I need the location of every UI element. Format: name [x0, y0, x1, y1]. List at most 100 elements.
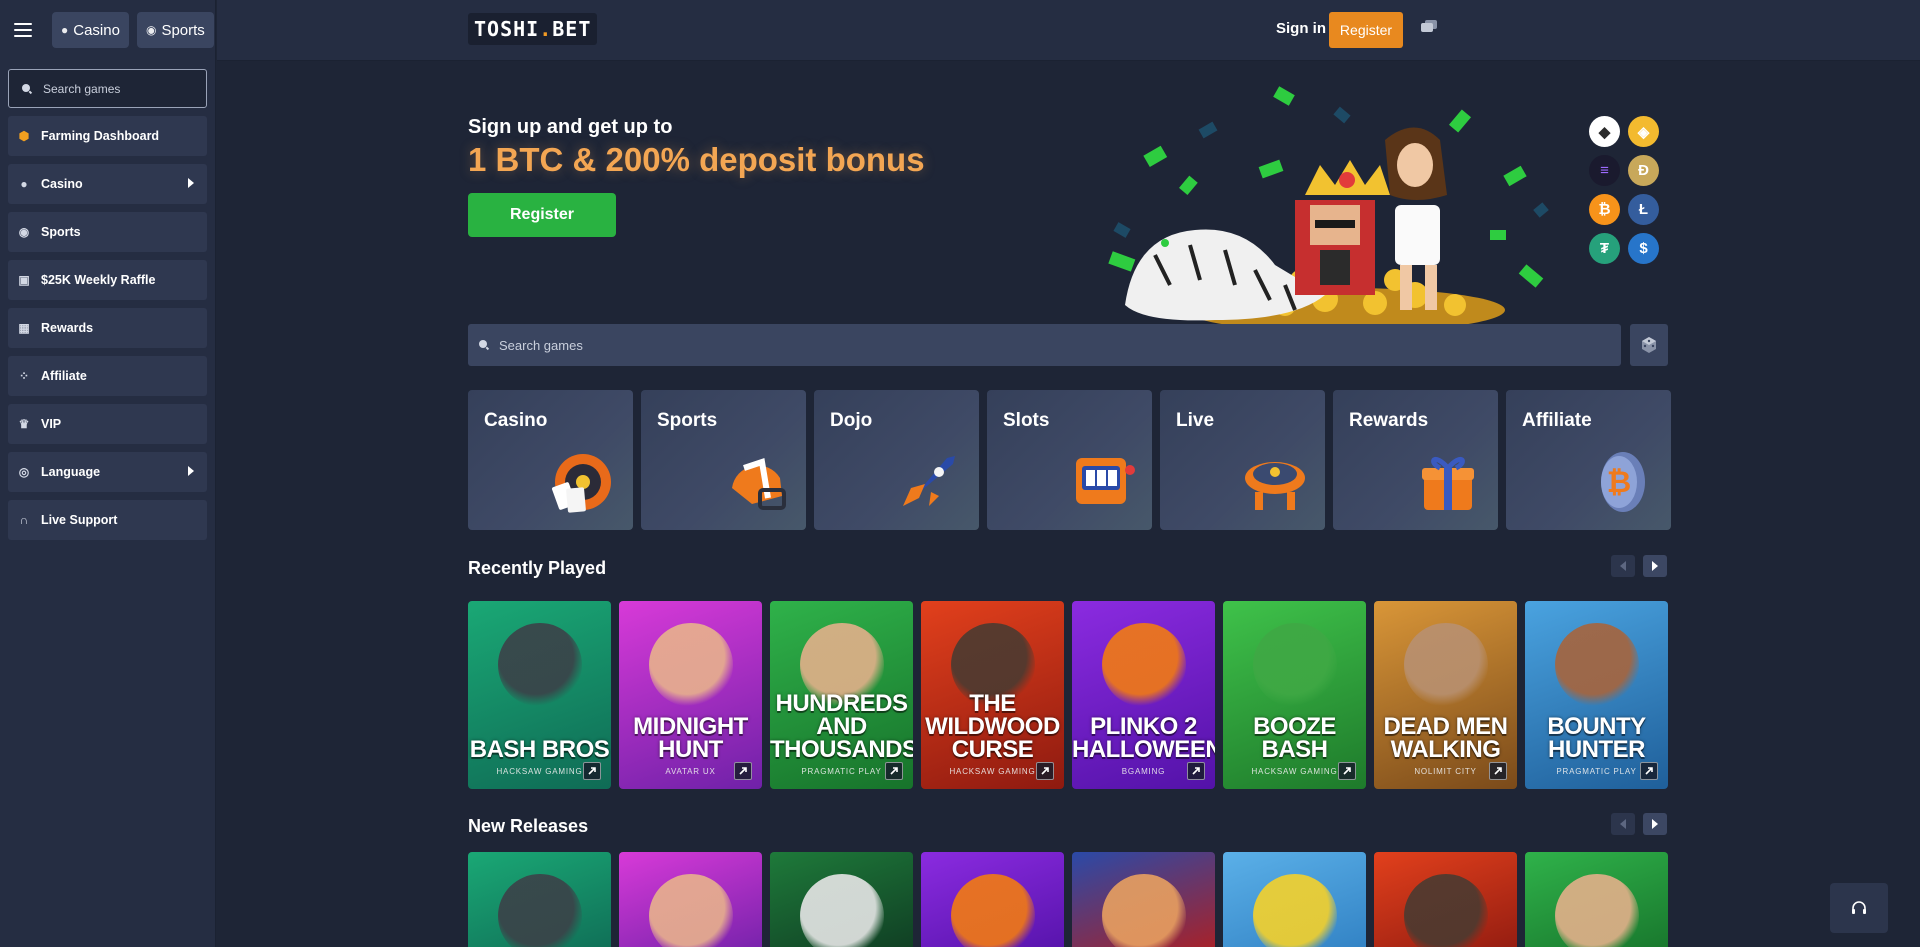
headset-icon: ∩	[19, 513, 29, 527]
open-game-icon[interactable]	[1036, 762, 1054, 780]
sidebar-item-sports[interactable]: ◉ Sports	[8, 212, 207, 252]
recently-played-title: Recently Played	[468, 558, 607, 578]
game-title: BOOZE BASH	[1253, 713, 1336, 763]
open-game-icon[interactable]	[583, 762, 601, 780]
sidebar-item-label: Farming Dashboard	[41, 129, 160, 143]
recently-played-prev-button[interactable]	[1611, 555, 1635, 577]
category-card-sports[interactable]: Sports	[641, 390, 806, 530]
game-title: HUNDREDS AND THOUSANDS	[770, 690, 913, 763]
casino-icon: ●	[20, 177, 28, 191]
game-art	[1403, 874, 1488, 947]
casino-icon: ●	[61, 23, 69, 37]
chat-icon[interactable]	[1421, 20, 1437, 34]
dogecoin-coin-icon: Ð	[1628, 155, 1659, 186]
open-game-icon[interactable]	[1338, 762, 1356, 780]
game-art	[1252, 623, 1337, 707]
sidebar-item-label: Rewards	[41, 321, 94, 335]
game-tile[interactable]: BOUNTY HUNTER PRAGMATIC PLAY	[1525, 601, 1668, 789]
sidebar-item-live-support[interactable]: ∩ Live Support	[8, 500, 207, 540]
game-tile[interactable]	[1525, 852, 1668, 947]
game-tile[interactable]: BASH BROS HACKSAW GAMING	[468, 601, 611, 789]
gift-icon: ▦	[18, 321, 30, 335]
recently-played-next-button[interactable]	[1643, 555, 1667, 577]
category-label: Rewards	[1349, 410, 1429, 431]
category-label: Casino	[484, 410, 548, 431]
sidebar-item-language[interactable]: ◎ Language	[8, 452, 207, 492]
game-tile[interactable]	[468, 852, 611, 947]
category-card-live[interactable]: Live	[1160, 390, 1325, 530]
sidebar-item-affiliate[interactable]: ⁘ Affiliate	[8, 356, 207, 396]
sports-ball-icon: ◉	[145, 23, 157, 37]
sidebar-item-vip[interactable]: ♛ VIP	[8, 404, 207, 444]
hero-register-button[interactable]: Register	[468, 193, 616, 237]
game-title: BOUNTY HUNTER	[1547, 713, 1646, 763]
toshi-bet-logo[interactable]: TOSHI. BET	[468, 13, 598, 45]
category-card-rewards[interactable]: Rewards	[1333, 390, 1498, 530]
casino-category-icon	[552, 454, 611, 513]
game-tile[interactable]	[921, 852, 1064, 947]
ticket-icon: ▣	[18, 273, 30, 287]
main-search-input[interactable]: Search games	[468, 324, 1621, 366]
game-art	[1252, 874, 1337, 947]
category-card-affiliate[interactable]: Affiliate ₿	[1506, 390, 1671, 530]
open-game-icon[interactable]	[734, 762, 752, 780]
sports-tab-label: Sports	[161, 21, 205, 39]
game-tile[interactable]	[1072, 852, 1215, 947]
sign-in-link[interactable]: Sign in	[1276, 20, 1326, 37]
category-cards: Casino Sports Dojo Slots Live Rewards Affiliat…	[468, 390, 1671, 530]
new-releases-next-button[interactable]	[1643, 813, 1667, 835]
category-card-slots[interactable]: Slots	[987, 390, 1152, 530]
game-tile[interactable]: BOOZE BASH HACKSAW GAMING	[1223, 601, 1366, 789]
game-art	[1101, 623, 1186, 707]
top-header: TOSHI. BET	[217, 0, 1920, 60]
open-game-icon[interactable]	[1187, 762, 1205, 780]
category-label: Live	[1176, 410, 1215, 431]
open-game-icon[interactable]	[1640, 762, 1658, 780]
logo-tld: BET	[552, 17, 592, 41]
category-label: Affiliate	[1522, 410, 1592, 431]
random-game-button[interactable]	[1630, 324, 1668, 366]
game-tile[interactable]	[770, 852, 913, 947]
bnb-coin-icon: ◈	[1628, 116, 1659, 147]
people-icon: ⁘	[18, 369, 30, 383]
game-tile[interactable]	[1223, 852, 1366, 947]
sidebar-search-input[interactable]: Search games	[8, 69, 207, 108]
sidebar-item-farming-dashboard[interactable]: ⬢ Farming Dashboard	[8, 116, 207, 156]
game-tile[interactable]: THE WILDWOOD CURSE HACKSAW GAMING	[921, 601, 1064, 789]
bitcoin-coin-icon: ₿	[1589, 194, 1620, 225]
sidebar-item-casino[interactable]: ● Casino	[8, 164, 207, 204]
game-tile[interactable]	[1374, 852, 1517, 947]
game-art	[648, 874, 733, 947]
headset-icon	[1852, 901, 1866, 914]
casino-tab-button[interactable]: ● Casino	[52, 12, 129, 48]
open-game-icon[interactable]	[885, 762, 903, 780]
game-tile[interactable]	[619, 852, 762, 947]
farming-icon: ⬢	[18, 129, 30, 143]
sidebar-item-label: $25K Weekly Raffle	[41, 273, 156, 287]
globe-icon: ◎	[18, 465, 30, 479]
new-releases-prev-button[interactable]	[1611, 813, 1635, 835]
litecoin-coin-icon: Ł	[1628, 194, 1659, 225]
slots-category-icon	[1076, 458, 1135, 504]
dice-icon	[1642, 337, 1656, 353]
open-game-icon[interactable]	[1489, 762, 1507, 780]
game-tile[interactable]: DEAD MEN WALKING NOLIMIT CITY	[1374, 601, 1517, 789]
game-tile[interactable]: MIDNIGHT HUNT AVATAR UX	[619, 601, 762, 789]
hamburger-menu-icon[interactable]	[12, 20, 34, 40]
game-tile[interactable]: PLINKO 2 HALLOWEEN BGAMING	[1072, 601, 1215, 789]
game-title: BASH BROS	[469, 736, 610, 763]
category-label: Sports	[657, 410, 718, 431]
rewards-category-icon	[1422, 456, 1474, 510]
sidebar-item-rewards[interactable]: ▦ Rewards	[8, 308, 207, 348]
header-register-button[interactable]: Register	[1329, 12, 1403, 48]
live-support-button[interactable]	[1830, 883, 1888, 933]
game-tile[interactable]: HUNDREDS AND THOUSANDS PRAGMATIC PLAY	[770, 601, 913, 789]
category-card-dojo[interactable]: Dojo	[814, 390, 979, 530]
sports-tab-button[interactable]: ◉ Sports	[136, 12, 214, 48]
sidebar-menu: ⬢ Farming Dashboard ● Casino ◉ Sports ▣ $25K We…	[0, 116, 215, 540]
sidebar-item-25k-weekly-raffle[interactable]: ▣ $25K Weekly Raffle	[8, 260, 207, 300]
category-card-casino[interactable]: Casino	[468, 390, 633, 530]
usdc-coin-icon: $	[1628, 233, 1659, 264]
main-search-placeholder: Search games	[499, 337, 583, 353]
game-art	[497, 623, 582, 707]
